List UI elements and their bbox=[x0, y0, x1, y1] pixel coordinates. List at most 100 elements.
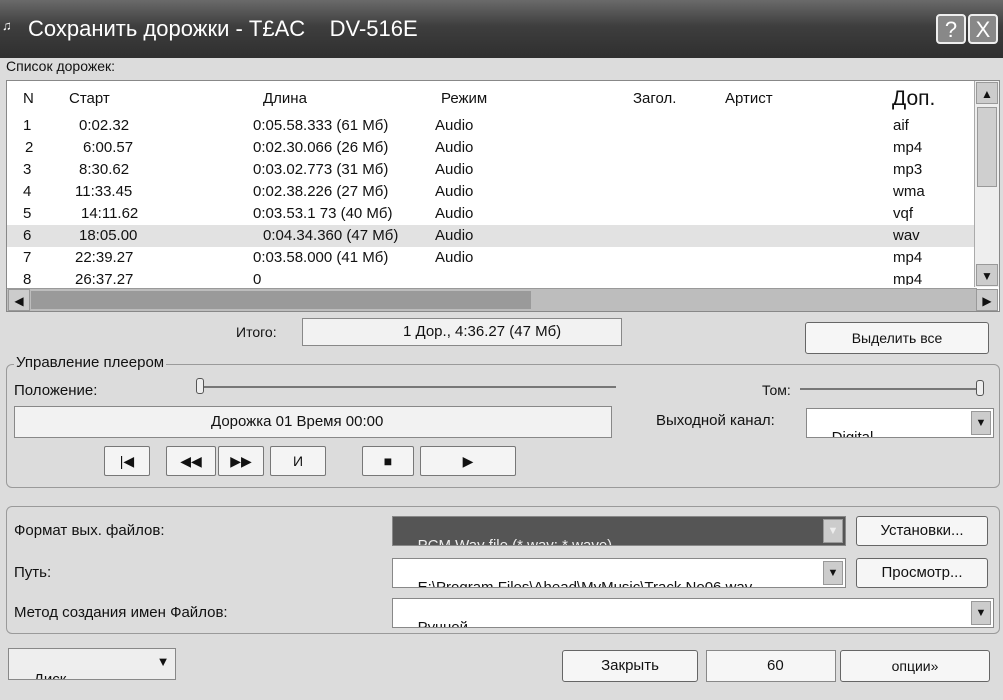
table-row-selected[interactable]: 6 18:05.00 0:04.34.360 (47 Мб) Audio wav bbox=[7, 225, 977, 247]
column-header-n[interactable]: N bbox=[23, 90, 34, 107]
settings-button[interactable]: Установки... bbox=[856, 516, 988, 546]
row-n: 5 bbox=[23, 205, 32, 222]
path-label: Путь: bbox=[14, 564, 52, 581]
total-value: 1 Дор., 4:36.27 (47 Мб) bbox=[302, 318, 622, 346]
row-start: 18:05.00 bbox=[79, 227, 138, 244]
vertical-scroll-thumb[interactable] bbox=[977, 107, 997, 187]
naming-method-select[interactable]: Ручной ▼ bbox=[392, 598, 994, 628]
output-channel-value: Digital bbox=[831, 429, 874, 438]
rewind-button[interactable]: ◀◀ bbox=[166, 446, 216, 476]
row-start: 22:39.27 bbox=[75, 249, 134, 266]
count-field: 60 bbox=[706, 650, 836, 682]
prev-track-button[interactable]: |◀ bbox=[104, 446, 150, 476]
tracklist-label: Список дорожек: bbox=[6, 58, 116, 74]
row-length: 0:05.58.333 (61 Мб) bbox=[253, 117, 389, 134]
browse-button[interactable]: Просмотр... bbox=[856, 558, 988, 588]
row-mode: Audio bbox=[435, 139, 474, 156]
position-slider-thumb[interactable] bbox=[196, 378, 204, 394]
total-label: Итого: bbox=[236, 324, 277, 340]
app-icon: ♫ bbox=[2, 18, 12, 33]
column-header-length[interactable]: Длина bbox=[263, 90, 307, 107]
save-tracks-window: ♫ Сохранить дорожки - T£AC DV-516E ? X С… bbox=[0, 0, 1003, 700]
row-ext: vqf bbox=[893, 205, 914, 222]
player-group-label: Управление плеером bbox=[14, 354, 167, 371]
row-length: 0:03.02.773 (31 Мб) bbox=[253, 161, 389, 178]
row-mode: Audio bbox=[435, 161, 474, 178]
track-list[interactable]: N Старт Длина Режим Загол. Артист Доп. 1… bbox=[6, 80, 1000, 312]
row-ext: mp4 bbox=[893, 271, 923, 285]
play-button[interactable]: ▶ bbox=[420, 446, 516, 476]
close-window-button[interactable]: X bbox=[968, 14, 998, 44]
chevron-down-icon[interactable]: ▼ bbox=[823, 519, 843, 543]
track-info-display: Дорожка 01 Время 00:00 bbox=[14, 406, 612, 438]
column-header-title[interactable]: Загол. bbox=[633, 90, 676, 107]
row-ext: mp4 bbox=[893, 139, 923, 156]
row-n: 4 bbox=[23, 183, 32, 200]
column-header-artist[interactable]: Артист bbox=[725, 90, 773, 107]
volume-slider[interactable] bbox=[800, 388, 984, 390]
table-row[interactable]: 5 14:11.62 0:03.53.1 73 (40 Мб) Audio vq… bbox=[7, 203, 977, 225]
row-length: 0:02.30.066 (26 Мб) bbox=[253, 139, 389, 156]
select-all-button[interactable]: Выделить все bbox=[805, 322, 989, 354]
drive-select[interactable]: Диск ▼ bbox=[8, 648, 176, 680]
table-row[interactable]: 4 11:33.45 0:02.38.226 (27 Мб) Audio wma bbox=[7, 181, 977, 203]
scroll-right-icon[interactable]: ▶ bbox=[976, 289, 998, 311]
row-ext: wav bbox=[893, 227, 920, 244]
row-mode: Audio bbox=[435, 117, 474, 134]
output-channel-label: Выходной канал: bbox=[656, 412, 775, 429]
format-value: PCM Wav file (*.wav; *.wave) bbox=[417, 537, 613, 546]
path-select[interactable]: E:\Program Files\Ahead\MyMusic\Track No0… bbox=[392, 558, 846, 588]
row-mode: Audio bbox=[435, 205, 474, 222]
path-value: E:\Program Files\Ahead\MyMusic\Track No0… bbox=[417, 579, 753, 588]
table-row[interactable]: 2 6:00.57 0:02.30.066 (26 Мб) Audio mp4 bbox=[7, 137, 977, 159]
column-header-start[interactable]: Старт bbox=[69, 90, 110, 107]
scroll-left-icon[interactable]: ◀ bbox=[8, 289, 30, 311]
row-n: 7 bbox=[23, 249, 32, 266]
row-n: 1 bbox=[23, 117, 32, 134]
table-row[interactable]: 3 8:30.62 0:03.02.773 (31 Мб) Audio mp3 bbox=[7, 159, 977, 181]
close-button[interactable]: Закрыть bbox=[562, 650, 698, 682]
row-n: 8 bbox=[23, 271, 32, 285]
row-length: 0:02.38.226 (27 Мб) bbox=[253, 183, 389, 200]
horizontal-scrollbar[interactable]: ◀ bbox=[7, 288, 977, 311]
options-button[interactable]: опции» bbox=[840, 650, 990, 682]
row-length: 0:03.53.1 73 (40 Мб) bbox=[253, 205, 393, 222]
window-title: Сохранить дорожки - T£AC DV-516E bbox=[28, 16, 418, 41]
table-row[interactable]: 7 22:39.27 0:03.58.000 (41 Мб) Audio mp4 bbox=[7, 247, 977, 269]
column-header-extra[interactable]: Доп. bbox=[892, 87, 935, 111]
row-length: 0:03.58.000 (41 Мб) bbox=[253, 249, 389, 266]
vertical-scrollbar[interactable]: ▲ ▼ bbox=[974, 81, 999, 287]
stop-button[interactable]: ■ bbox=[362, 446, 414, 476]
table-row[interactable]: 1 0:02.32 0:05.58.333 (61 Мб) Audio aif bbox=[7, 115, 977, 137]
volume-slider-thumb[interactable] bbox=[976, 380, 984, 396]
row-n: 6 bbox=[23, 227, 32, 244]
drive-value: Диск bbox=[33, 671, 67, 680]
chevron-down-icon[interactable]: ▼ bbox=[153, 651, 173, 677]
scroll-up-icon[interactable]: ▲ bbox=[976, 82, 998, 104]
row-start: 11:33.45 bbox=[75, 183, 133, 200]
fast-forward-button[interactable]: ▶▶ bbox=[218, 446, 264, 476]
row-ext: mp4 bbox=[893, 249, 923, 266]
format-select[interactable]: PCM Wav file (*.wav; *.wave) ▼ bbox=[392, 516, 846, 546]
scroll-down-icon[interactable]: ▼ bbox=[976, 264, 998, 286]
naming-method-value: Ручной bbox=[417, 619, 468, 628]
row-n: 3 bbox=[23, 161, 32, 178]
help-button[interactable]: ? bbox=[936, 14, 966, 44]
chevron-down-icon[interactable]: ▼ bbox=[971, 601, 991, 625]
row-mode: Audio bbox=[435, 183, 474, 200]
horizontal-scroll-thumb[interactable] bbox=[31, 291, 531, 309]
row-start: 6:00.57 bbox=[83, 139, 134, 156]
position-slider[interactable] bbox=[196, 386, 616, 388]
row-ext: mp3 bbox=[893, 161, 923, 178]
row-start: 14:11.62 bbox=[81, 205, 139, 222]
row-ext: wma bbox=[893, 183, 925, 200]
column-header-mode[interactable]: Режим bbox=[441, 90, 487, 107]
output-channel-select[interactable]: Digital ▼ bbox=[806, 408, 994, 438]
row-n: 2 bbox=[25, 139, 34, 156]
next-track-button[interactable]: И bbox=[270, 446, 326, 476]
naming-method-label: Метод создания имен Файлов: bbox=[14, 604, 228, 621]
row-length: 0:04.34.360 (47 Мб) bbox=[263, 227, 399, 244]
chevron-down-icon[interactable]: ▼ bbox=[971, 411, 991, 435]
table-row[interactable]: 8 26:37.27 0 mp4 bbox=[7, 269, 977, 285]
chevron-down-icon[interactable]: ▼ bbox=[823, 561, 843, 585]
